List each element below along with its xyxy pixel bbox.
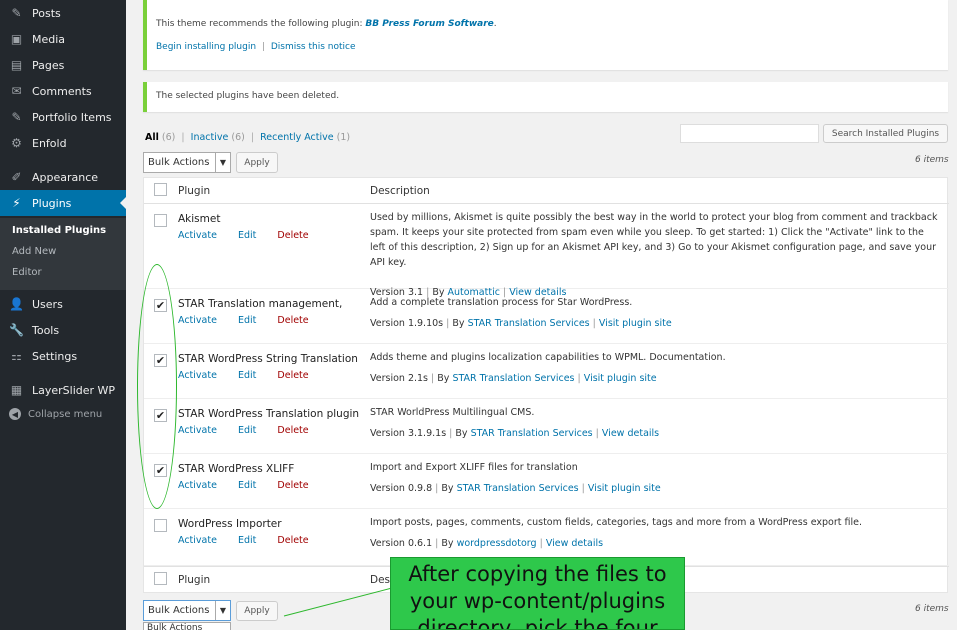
callout-pointer-line	[283, 587, 393, 617]
instruction-callout: After copying the files to your wp-conte…	[390, 557, 685, 630]
